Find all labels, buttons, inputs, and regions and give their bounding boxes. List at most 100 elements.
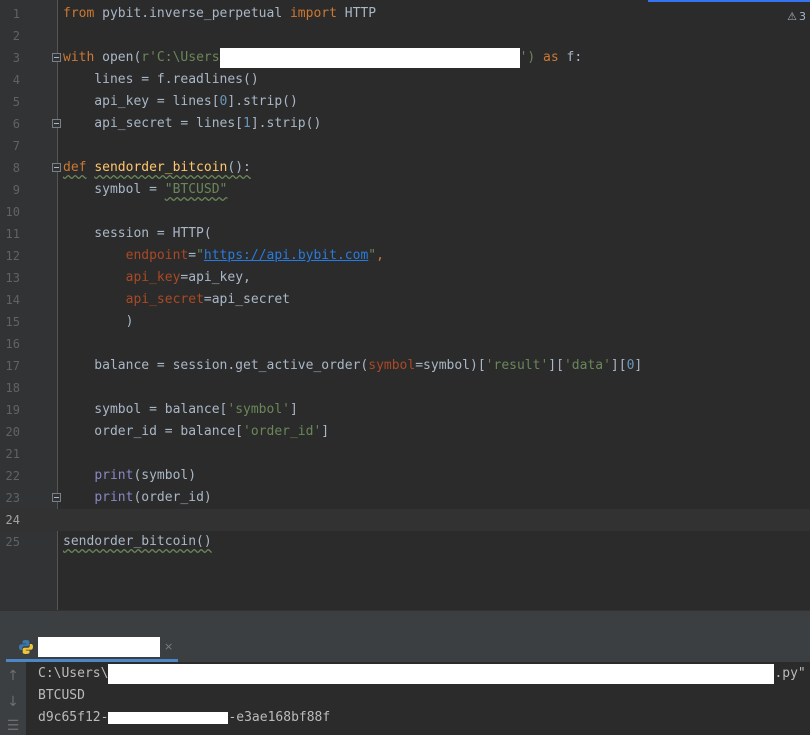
line-number: 3 [12, 51, 20, 65]
endpoint-url-link[interactable]: https://api.bybit.com [204, 248, 368, 263]
line-number: 4 [12, 73, 20, 87]
param-symbol: symbol [368, 358, 416, 373]
line-number: 5 [12, 95, 20, 109]
line-number: 8 [12, 161, 20, 175]
line-number: 23 [5, 491, 20, 505]
run-panel-header: × [0, 634, 810, 662]
code-line-12[interactable]: 12 endpoint="https://api.bybit.com", [0, 245, 810, 267]
code-line-4[interactable]: 4 lines = f.readlines() [0, 69, 810, 91]
line-number: 17 [5, 359, 20, 373]
index-number: 1 [243, 116, 251, 131]
code-text: session = HTTP( [63, 226, 212, 241]
key-string: 'order_id' [243, 424, 322, 439]
line-number: 14 [5, 293, 20, 307]
line-number: 11 [5, 227, 20, 241]
keyword-import: import [289, 6, 337, 21]
line-number: 19 [5, 403, 20, 417]
arrow-down-icon[interactable]: ↓ [4, 693, 22, 711]
code-line-20[interactable]: 20 order_id = balance['order_id'] [0, 421, 810, 443]
line-number: 2 [12, 29, 20, 43]
open-call: open( [94, 50, 142, 65]
order-id-end: -e3ae168bf88f [228, 710, 331, 725]
line-number: 25 [5, 535, 20, 549]
key-string: 'data' [563, 358, 611, 373]
string-quote: " [368, 248, 377, 263]
code-line-24-current[interactable]: 24 [0, 509, 810, 531]
file-var: f: [558, 50, 583, 65]
code-text: (): [227, 160, 251, 175]
code-text: api_key = lines[ [63, 94, 220, 109]
code-line-17[interactable]: 17 balance = session.get_active_order(sy… [0, 355, 810, 377]
code-line-22[interactable]: 22 print(symbol) [0, 465, 810, 487]
arrow-up-icon[interactable]: ↑ [4, 667, 22, 685]
panel-separator[interactable] [0, 610, 810, 634]
code-text: lines = f.readlines() [63, 72, 259, 87]
code-text: ) [63, 314, 134, 329]
code-text: ][ [610, 358, 627, 373]
redacted-order-id [108, 711, 229, 724]
code-line-15[interactable]: 15 ) [0, 311, 810, 333]
code-line-6[interactable]: 6 api_secret = lines[1].strip() [0, 113, 810, 135]
line-number: 6 [12, 117, 20, 131]
code-line-9[interactable]: 9 symbol = "BTCUSD" [0, 179, 810, 201]
run-tab[interactable]: × [6, 634, 178, 662]
code-line-25[interactable]: 25 sendorder_bitcoin() [0, 531, 810, 553]
fold-icon[interactable] [52, 119, 61, 128]
code-line-1[interactable]: 1 from pybit.inverse_perpetual import HT… [0, 3, 810, 25]
code-editor[interactable]: ⚠ 3 1 from pybit.inverse_perpetual impor… [0, 0, 810, 610]
code-line-19[interactable]: 19 symbol = balance['symbol'] [0, 399, 810, 421]
code-line-10[interactable]: 10 [0, 201, 810, 223]
code-text: order_id = balance[ [63, 424, 244, 439]
keyword-with: with [63, 50, 95, 65]
order-id-start: d9c65f12- [38, 710, 109, 725]
line-number: 12 [5, 249, 20, 263]
fold-icon[interactable] [52, 163, 61, 172]
code-line-5[interactable]: 5 api_key = lines[0].strip() [0, 91, 810, 113]
code-text: =symbol)[ [415, 358, 486, 373]
code-text: ] [321, 424, 330, 439]
builtin-print: print [94, 468, 134, 483]
keyword-def: def [63, 160, 87, 175]
code-line-23[interactable]: 23 print(order_id) [0, 487, 810, 509]
code-line-18[interactable]: 18 [0, 377, 810, 399]
line-number: 9 [12, 183, 20, 197]
code-line-7[interactable]: 7 [0, 135, 810, 157]
code-line-11[interactable]: 11 session = HTTP( [0, 223, 810, 245]
console-output[interactable]: C:\Users\ .py" BTCUSD d9c65f12- -e3ae168bf… [26, 662, 810, 735]
path-string: r'C:\Users [141, 50, 220, 65]
soft-wrap-icon[interactable]: ☰ [4, 717, 22, 735]
line-number: 18 [5, 381, 20, 395]
keyword-from: from [63, 6, 95, 21]
function-call: sendorder_bitcoin() [63, 534, 212, 549]
line-number: 7 [12, 139, 20, 153]
console-line-symbol: BTCUSD [38, 688, 85, 703]
close-icon[interactable]: × [164, 640, 173, 653]
symbol-string: "BTCUSD" [164, 182, 228, 197]
builtin-print: print [94, 490, 134, 505]
code-text: (order_id) [133, 490, 212, 505]
fold-icon[interactable] [52, 493, 61, 502]
code-line-14[interactable]: 14 api_secret=api_secret [0, 289, 810, 311]
code-line-2[interactable]: 2 [0, 25, 810, 47]
param-api-key: api_key [125, 270, 181, 285]
key-string: 'result' [485, 358, 549, 373]
code-line-3[interactable]: 3 with open(r'C:\Users ') as f: [0, 47, 810, 69]
code-line-21[interactable]: 21 [0, 443, 810, 465]
editor-tab-accent [648, 0, 810, 2]
code-line-13[interactable]: 13 api_key=api_key, [0, 267, 810, 289]
line-number: 10 [5, 205, 20, 219]
code-text: (symbol) [133, 468, 197, 483]
line-number: 20 [5, 425, 20, 439]
param-api-secret: api_secret [125, 292, 204, 307]
code-line-8[interactable]: 8 def sendorder_bitcoin(): [0, 157, 810, 179]
keyword-as: as [535, 50, 559, 65]
string-quote: " [196, 248, 204, 263]
fold-icon[interactable] [52, 53, 61, 62]
line-number: 15 [5, 315, 20, 329]
code-line-16[interactable]: 16 [0, 333, 810, 355]
